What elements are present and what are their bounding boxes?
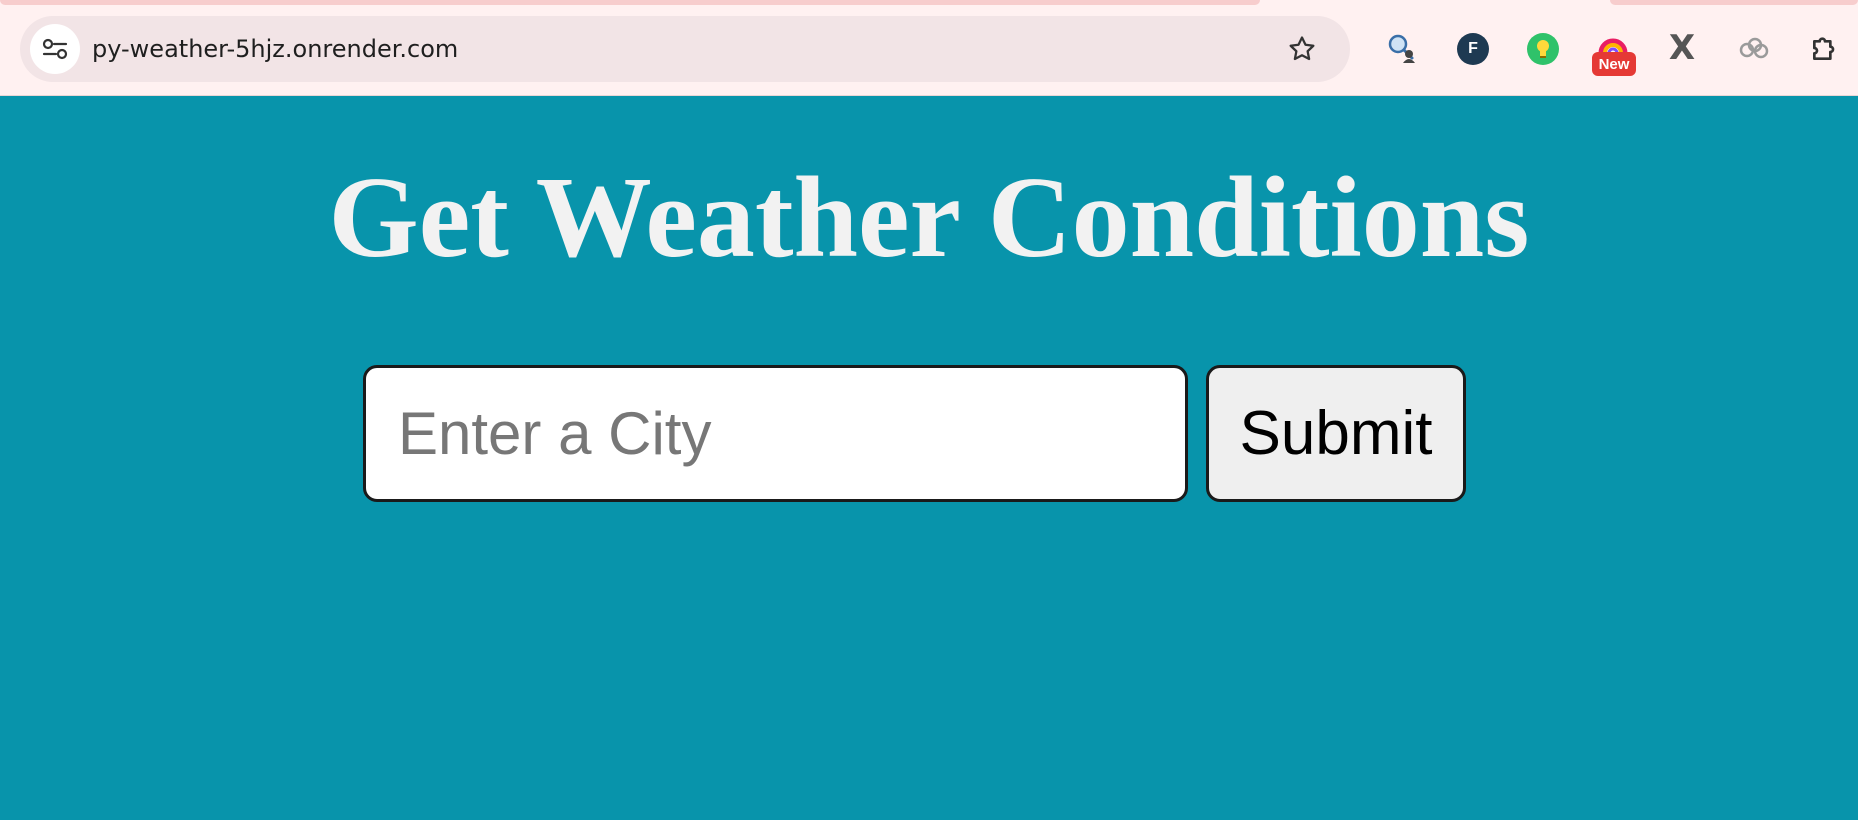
url-text[interactable]: py-weather-5hjz.onrender.com (92, 16, 458, 82)
tab-strip-edge (0, 0, 1260, 5)
page-title: Get Weather Conditions (328, 154, 1530, 282)
tune-icon[interactable] (30, 24, 80, 74)
browser-toolbar: py-weather-5hjz.onrender.com F New X (0, 0, 1858, 96)
puzzle-extensions-icon[interactable] (1805, 28, 1845, 68)
x-extension-icon[interactable]: X (1662, 28, 1702, 68)
f-extension-label: F (1468, 40, 1478, 57)
f-extension-icon[interactable]: F (1457, 33, 1489, 65)
new-badge: New (1592, 52, 1636, 76)
lightbulb-extension-icon[interactable] (1527, 33, 1559, 65)
search-person-extension-icon[interactable] (1382, 28, 1422, 68)
cloud-extension-icon[interactable] (1733, 28, 1773, 68)
tab-strip-edge (1610, 0, 1858, 5)
submit-button[interactable]: Submit (1206, 365, 1466, 502)
address-bar[interactable]: py-weather-5hjz.onrender.com (20, 16, 1350, 82)
star-icon[interactable] (1284, 31, 1320, 67)
city-input[interactable] (363, 365, 1188, 502)
x-extension-label: X (1668, 28, 1696, 68)
